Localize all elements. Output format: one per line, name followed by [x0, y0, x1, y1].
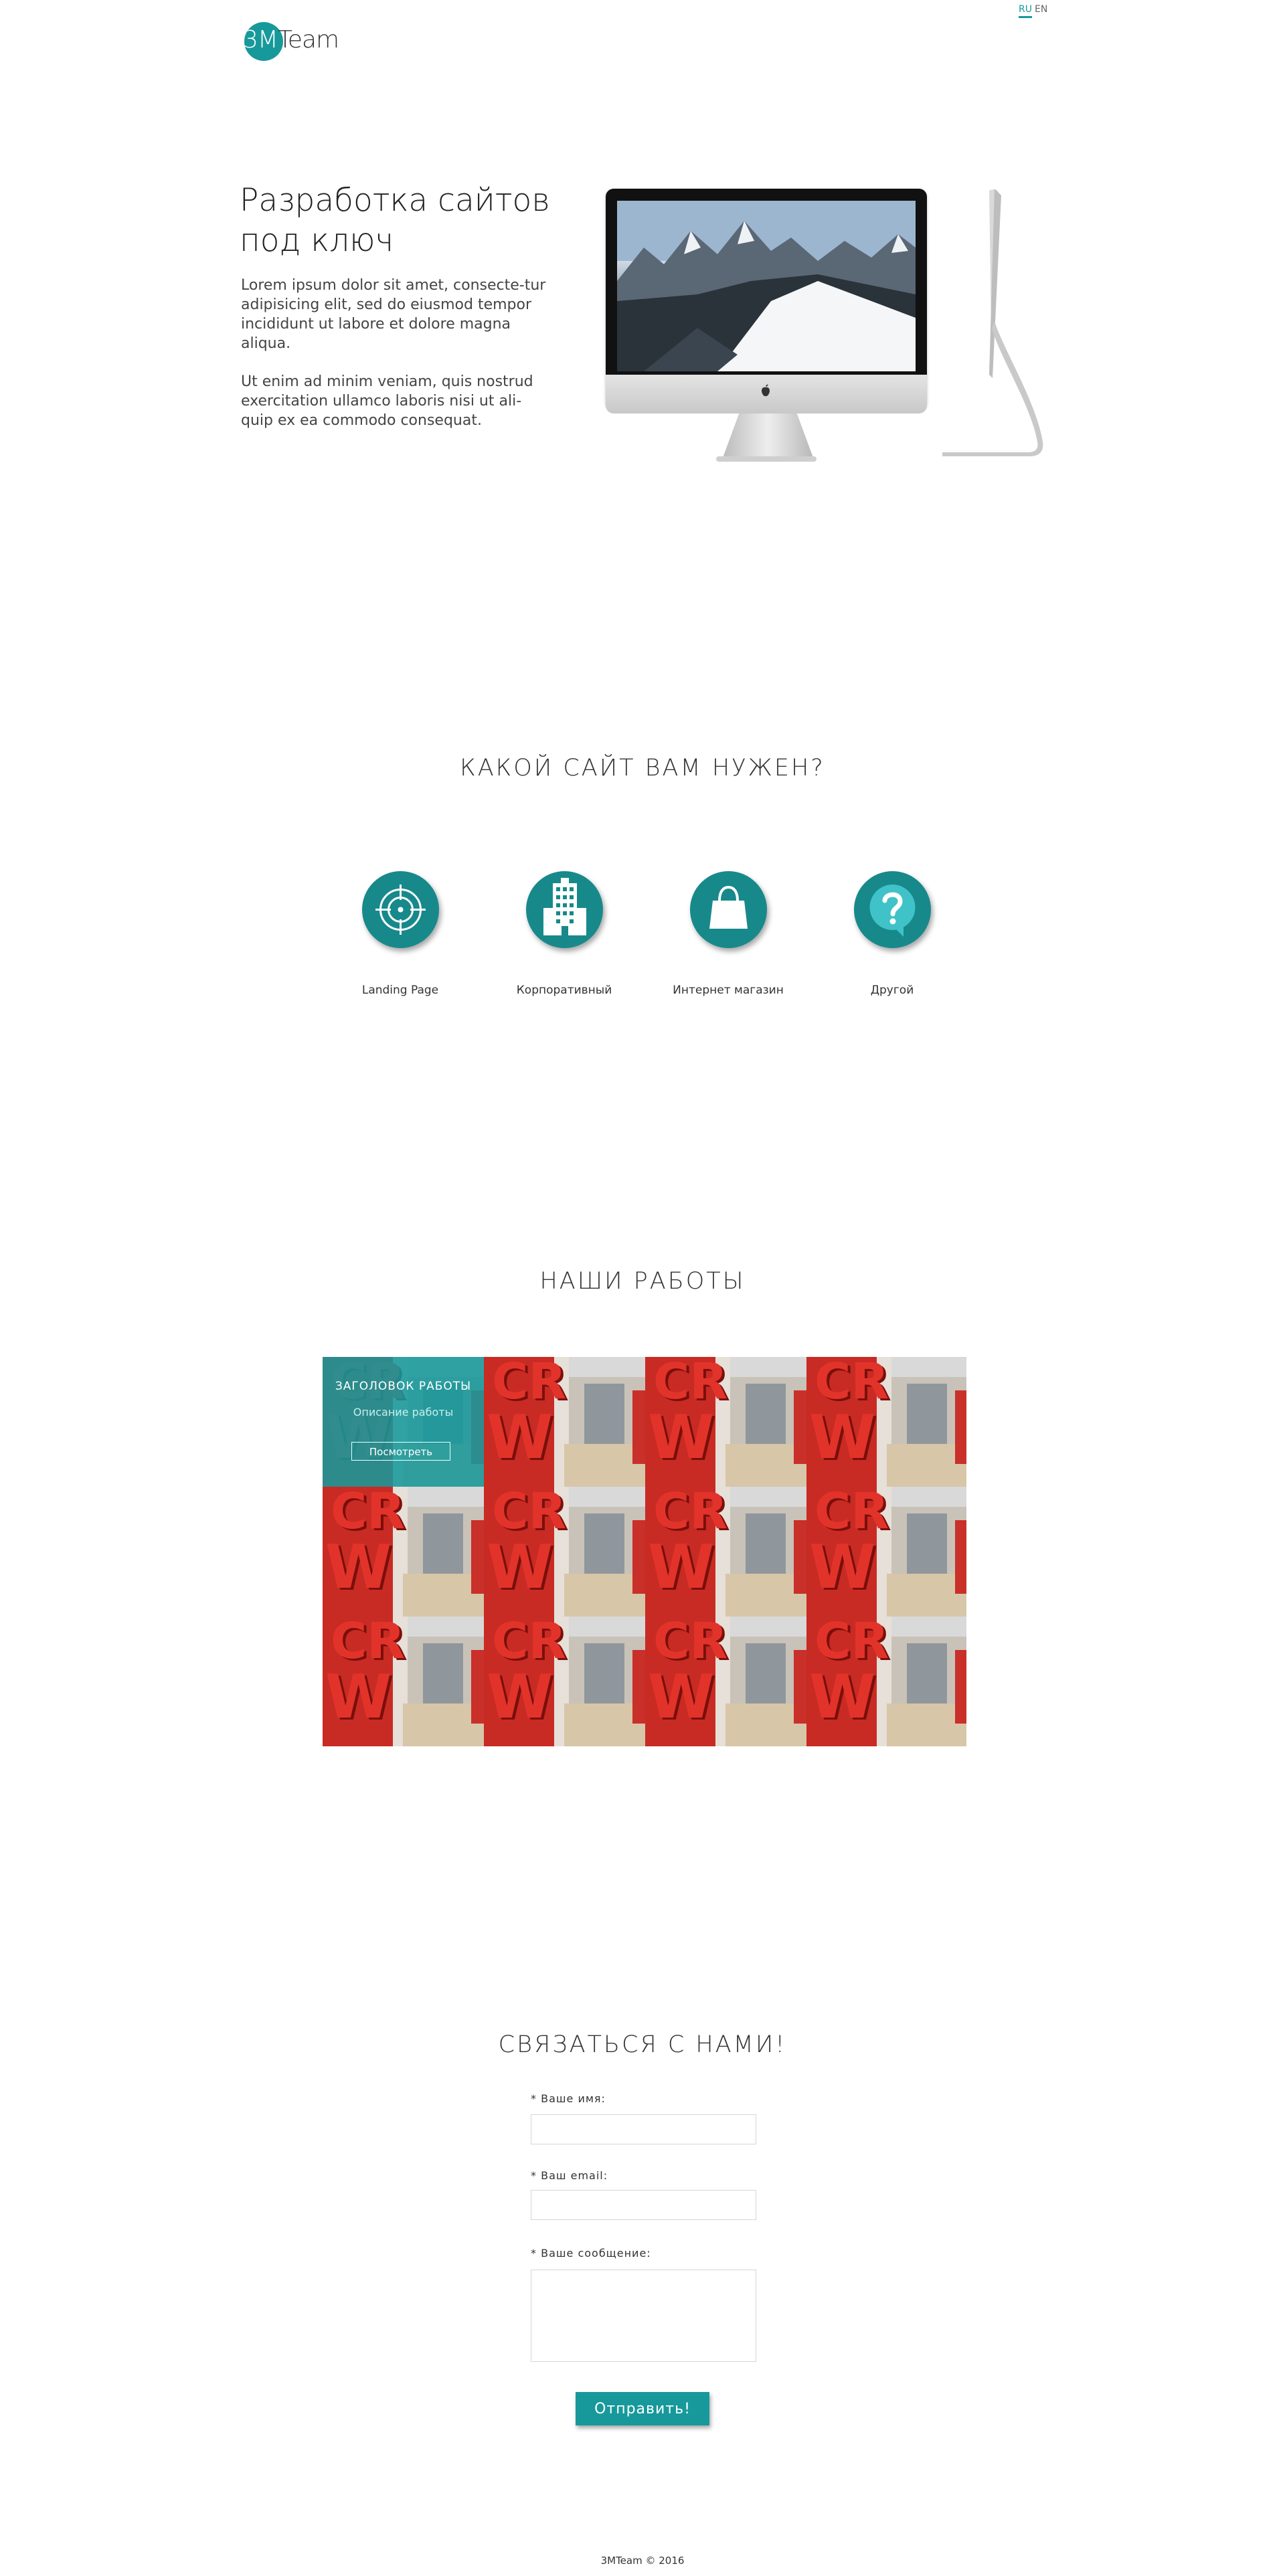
work-thumbnail[interactable]: CRW	[323, 1487, 484, 1617]
services-title: КАКОЙ САЙТ ВАМ НУЖЕН?	[460, 755, 825, 781]
name-field[interactable]	[531, 2114, 756, 2144]
work-description: Описание работы	[353, 1406, 454, 1418]
service-label: Интернет магазин	[673, 984, 784, 997]
service-label: Landing Page	[361, 984, 439, 997]
logo[interactable]: 3MTeam	[243, 25, 339, 55]
imac-screen-image	[617, 201, 916, 371]
tile-letters-top: CR	[492, 1487, 567, 1540]
tile-letters-top: CR	[653, 1357, 728, 1410]
work-thumbnail[interactable]: CRW	[645, 1357, 806, 1487]
hero-title: Разработка сайтов под ключ	[240, 182, 550, 259]
building-icon	[543, 878, 586, 935]
service-icon-circle[interactable]	[362, 871, 439, 948]
tile-letters-top: CR	[492, 1357, 567, 1410]
email-field[interactable]	[531, 2190, 756, 2220]
logo-suffix: Team	[277, 26, 339, 54]
tile-letters-top: CR	[815, 1617, 889, 1670]
tile-letters-top: CR	[331, 1617, 406, 1670]
tile-letters-bottom: W	[648, 1662, 715, 1732]
work-thumbnail[interactable]: CRW	[484, 1487, 645, 1617]
tile-letters-bottom: W	[648, 1532, 715, 1602]
work-thumbnail[interactable]: CRW	[645, 1487, 806, 1617]
work-thumbnail[interactable]: CRW	[806, 1357, 966, 1487]
tile-letters-top: CR	[815, 1487, 889, 1540]
work-thumbnail[interactable]: CRW	[484, 1617, 645, 1746]
tile-letters-bottom: W	[487, 1402, 553, 1473]
imac-side-view	[942, 189, 1043, 456]
tile-letters-bottom: W	[809, 1402, 876, 1473]
work-thumbnail[interactable]: CRW	[806, 1487, 966, 1617]
work-thumbnail[interactable]: CRW	[806, 1617, 966, 1746]
imac-base	[716, 456, 817, 462]
tile-letters-top: CR	[331, 1487, 406, 1540]
tile-letters-top: CR	[815, 1357, 889, 1410]
tile-letters-top: CR	[653, 1487, 728, 1540]
tile-letters-top: CR	[492, 1617, 567, 1670]
shopping-bag-icon	[709, 885, 748, 929]
contact-title: СВЯЗАТЬСЯ С НАМИ!	[498, 2031, 787, 2058]
target-icon	[375, 885, 426, 935]
work-thumbnail[interactable]: CRW	[323, 1617, 484, 1746]
tile-letters-bottom: W	[325, 1662, 392, 1732]
tile-letters-top: CR	[653, 1617, 728, 1670]
work-thumbnail[interactable]: CRW	[645, 1617, 806, 1746]
imac-stand	[723, 413, 813, 458]
question-icon	[869, 885, 916, 937]
hero-paragraph-2: Ut enim ad minim veniam, quis nostrud ex…	[241, 373, 533, 429]
lang-en-link[interactable]: EN	[1035, 4, 1047, 15]
work-thumbnail[interactable]: CRW	[484, 1357, 645, 1487]
name-label: * Ваше имя:	[531, 2092, 606, 2105]
works-title: НАШИ РАБОТЫ	[539, 1268, 746, 1295]
work-overlay[interactable]	[323, 1357, 484, 1487]
email-label: * Ваш email:	[531, 2169, 608, 2182]
footer-copyright: 3MTeam © 2016	[600, 2555, 685, 2567]
message-field[interactable]	[531, 2270, 756, 2362]
service-icon-circle[interactable]	[690, 871, 767, 948]
service-label: Корпоративный	[516, 984, 612, 997]
tile-letters-bottom: W	[487, 1662, 553, 1732]
service-label: Другой	[870, 984, 914, 997]
tile-letters-bottom: W	[809, 1532, 876, 1602]
tile-letters-bottom: W	[487, 1532, 553, 1602]
service-icon-circle[interactable]	[854, 871, 931, 948]
tile-letters-bottom: W	[809, 1662, 876, 1732]
view-work-button[interactable]: Посмотреть	[351, 1442, 450, 1461]
apple-icon	[762, 384, 770, 397]
tile-letters-bottom: W	[648, 1402, 715, 1473]
tile-letters-bottom: W	[325, 1532, 392, 1602]
submit-button[interactable]: Отправить!	[576, 2392, 709, 2425]
service-icon-circle[interactable]	[526, 871, 603, 948]
logo-prefix: 3M	[243, 26, 278, 54]
lang-ru-link[interactable]: RU	[1019, 4, 1032, 18]
hero-paragraph-1: Lorem ipsum dolor sit amet, consecte-tur…	[241, 277, 546, 352]
message-label: * Ваше сообщение:	[531, 2247, 651, 2260]
work-title: ЗАГОЛОВОК РАБОТЫ	[335, 1380, 472, 1393]
